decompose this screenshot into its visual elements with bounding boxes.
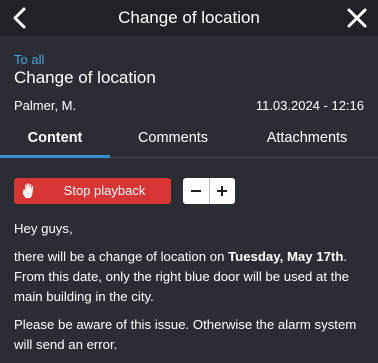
stop-playback-label: Stop playback — [63, 183, 146, 198]
tab-label: Attachments — [266, 130, 348, 146]
stop-playback-button[interactable]: Stop playback — [14, 178, 171, 204]
message-paragraph-2: Please be aware of this issue. Otherwise… — [14, 317, 357, 352]
active-tab-indicator — [0, 155, 110, 158]
tab-bar: Content Comments Attachments — [0, 127, 378, 157]
hand-icon — [22, 183, 34, 198]
plus-icon — [217, 186, 228, 196]
chevron-left-icon — [13, 7, 26, 29]
window-title: Change of location — [118, 8, 260, 27]
paragraph-text: there will be a change of location on — [14, 249, 229, 264]
volume-stepper — [183, 178, 235, 204]
breadcrumb-link[interactable]: To all — [14, 52, 44, 67]
tab-content[interactable]: Content — [0, 127, 110, 157]
message-greeting: Hey guys, — [14, 221, 73, 236]
message-paragraph-1: there will be a change of location on Tu… — [14, 247, 364, 307]
tab-label: Content — [27, 130, 83, 146]
message-body: Hey guys, there will be a change of loca… — [14, 219, 364, 363]
close-button[interactable] — [342, 4, 372, 32]
tab-label: Comments — [137, 130, 209, 146]
highlighted-date: Tuesday, May 17th — [228, 249, 344, 264]
message-title: Change of location — [14, 68, 156, 87]
message-timestamp: 11.03.2024 - 12:16 — [255, 98, 364, 113]
tab-comments[interactable]: Comments — [110, 127, 236, 157]
minus-icon — [190, 190, 201, 192]
message-author: Palmer, M. — [14, 98, 77, 113]
decrease-button[interactable] — [183, 178, 209, 204]
increase-button[interactable] — [210, 178, 236, 204]
back-button[interactable] — [6, 4, 34, 32]
top-app-bar: Change of location — [0, 0, 378, 36]
close-icon — [347, 8, 367, 28]
tab-attachments[interactable]: Attachments — [236, 127, 378, 157]
